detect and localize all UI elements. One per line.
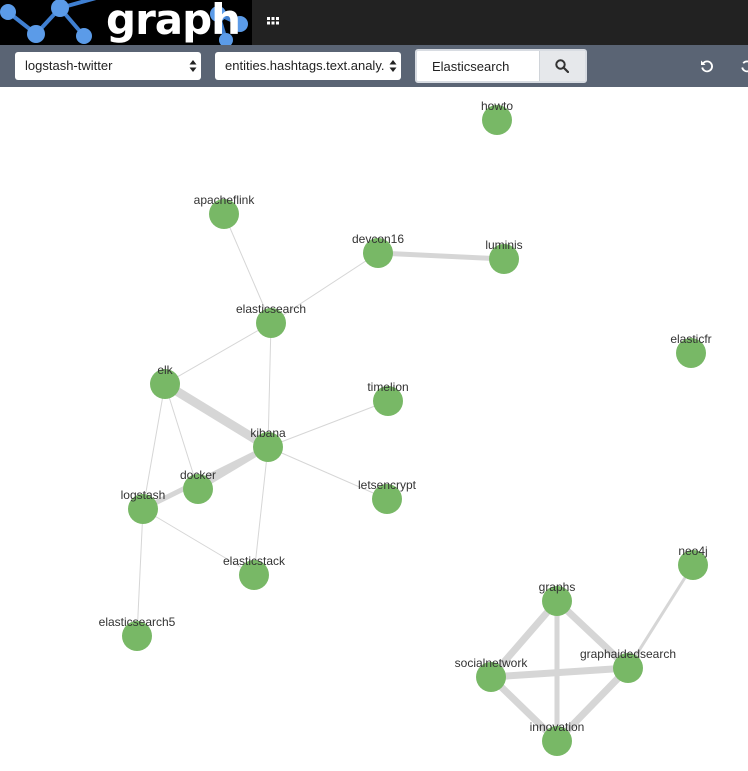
- top-navbar: graph: [0, 0, 748, 45]
- graph-node-label: graphs: [539, 580, 576, 594]
- graph-node-label: logstash: [121, 488, 166, 502]
- graph-node-label: elk: [157, 363, 173, 377]
- graph-node-label: luminis: [485, 238, 522, 252]
- graph-node-label: howto: [481, 99, 513, 113]
- graph-node-label: elasticfr: [670, 332, 711, 346]
- undo-icon: [701, 60, 713, 73]
- graph-edge-kibana-timelion: [267, 400, 389, 448]
- graph-node-label: elasticsearch5: [99, 615, 176, 629]
- graph-node-label: docker: [180, 468, 216, 482]
- search-icon: [555, 59, 569, 73]
- graph-node-letsencrypt[interactable]: letsencrypt: [358, 478, 417, 514]
- graph-node-docker[interactable]: docker: [180, 468, 216, 504]
- graph-node-label: letsencrypt: [358, 478, 417, 492]
- graph-edge-elasticsearch-elk: [164, 322, 272, 385]
- graph-node-innovation[interactable]: innovation: [530, 720, 585, 756]
- index-pattern-select-value: logstash-twitter: [25, 58, 113, 73]
- graph-logo-text: graph: [106, 0, 241, 44]
- graph-node-howto[interactable]: howto: [481, 99, 513, 135]
- apps-grid-icon[interactable]: [266, 15, 280, 29]
- graph-node-elasticstack[interactable]: elasticstack: [223, 554, 286, 590]
- search-button[interactable]: [539, 51, 585, 81]
- graph-node-elasticsearch[interactable]: elasticsearch: [236, 302, 306, 338]
- graph-node-label: timelion: [367, 380, 408, 394]
- search-input[interactable]: [417, 51, 541, 81]
- graph-node-label: innovation: [530, 720, 585, 734]
- graph-node-label: kibana: [250, 426, 286, 440]
- graph-canvas[interactable]: howto apacheflink devcon16 luminis elasticse…: [0, 87, 748, 771]
- graph-edge-devcon16-luminis: [375, 250, 507, 262]
- graph-node-apacheflink[interactable]: apacheflink: [194, 193, 256, 229]
- graph-node-elasticfr[interactable]: elasticfr: [670, 332, 712, 368]
- graph-logo: graph: [0, 0, 252, 45]
- graph-node-label: devcon16: [352, 232, 404, 246]
- graph-node-timelion[interactable]: timelion: [367, 380, 409, 416]
- graph-node-label: elasticstack: [223, 554, 286, 568]
- graph-node-luminis[interactable]: luminis: [485, 238, 523, 274]
- undo-button[interactable]: [700, 59, 714, 73]
- graph-node-graphaidedsearch[interactable]: graphaidedsearch: [580, 647, 676, 683]
- graph-node-devcon16[interactable]: devcon16: [352, 232, 404, 268]
- index-pattern-select[interactable]: logstash-twitter: [15, 52, 201, 80]
- graph-node-label: neo4j: [678, 544, 707, 558]
- search-toolbar: logstash-twitter entities.hashtags.text.…: [0, 45, 748, 87]
- search-box: [415, 49, 587, 83]
- redo-button[interactable]: [740, 59, 748, 73]
- graph-nodes: howto apacheflink devcon16 luminis elasticse…: [99, 99, 712, 756]
- graph-node-elasticsearch5[interactable]: elasticsearch5: [99, 615, 176, 651]
- select-arrows-icon: [189, 60, 197, 72]
- select-arrows-icon: [389, 60, 397, 72]
- redo-icon: [741, 60, 748, 73]
- graph-node-label: socialnetwork: [455, 656, 529, 670]
- graph-node-label: elasticsearch: [236, 302, 306, 316]
- field-select[interactable]: entities.hashtags.text.analy.: [215, 52, 401, 80]
- graph-node-label: graphaidedsearch: [580, 647, 676, 661]
- graph-node-neo4j[interactable]: neo4j: [678, 544, 708, 580]
- graph-node-label: apacheflink: [194, 193, 256, 207]
- graph-node-elk[interactable]: elk: [150, 363, 180, 399]
- field-select-value: entities.hashtags.text.analy.: [225, 58, 385, 73]
